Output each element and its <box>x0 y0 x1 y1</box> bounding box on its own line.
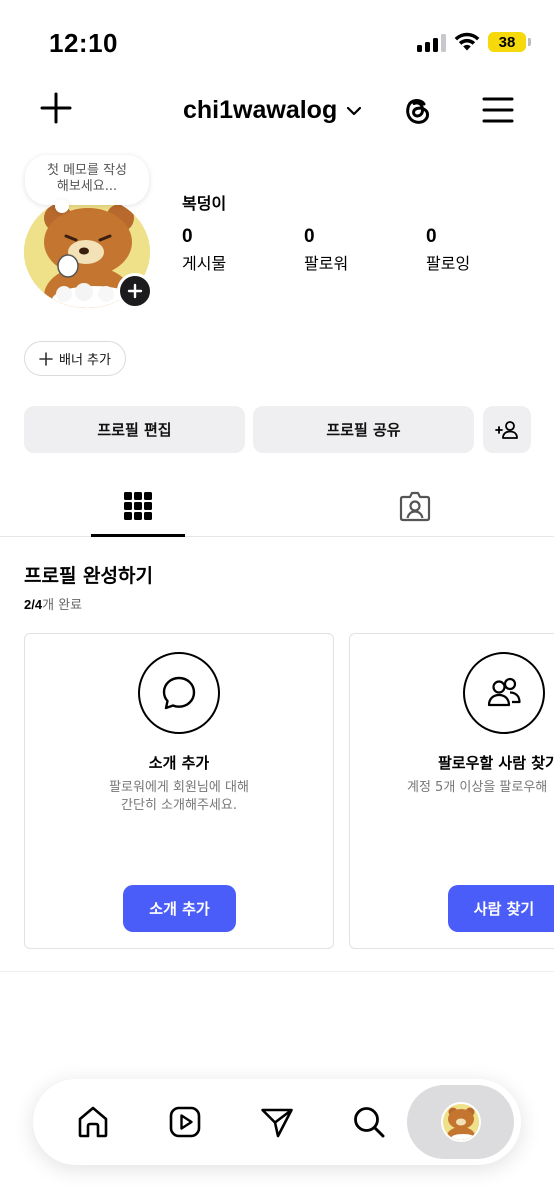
progress-count: 2/4 <box>24 597 43 612</box>
completion-card-bio: 소개 추가 팔로워에게 회원님에 대해 간단히 소개해주세요. 소개 추가 <box>24 633 334 949</box>
card-title: 팔로우할 사람 찾기 <box>438 754 554 772</box>
menu-icon[interactable] <box>482 96 514 124</box>
posts-label: 게시물 <box>182 254 227 273</box>
following-stat[interactable]: 0 팔로잉 <box>426 226 470 274</box>
people-glyph <box>487 677 521 707</box>
card-desc-line1: 계정 5개 이상을 팔로우해 <box>407 780 548 795</box>
battery-icon: 38 <box>488 32 531 52</box>
status-icons: 38 <box>417 32 531 52</box>
edit-profile-button[interactable]: 프로필 편집 <box>24 406 245 453</box>
wifi-icon <box>454 32 480 51</box>
profile-action-row: 프로필 편집 프로필 공유 <box>24 406 531 453</box>
status-bar: 12:10 38 <box>0 0 554 80</box>
status-time: 12:10 <box>49 28 118 58</box>
account-switcher[interactable]: chi1wawalog <box>183 96 363 125</box>
battery-level: 38 <box>498 33 516 51</box>
threads-icon[interactable] <box>399 92 435 128</box>
share-profile-label: 프로필 공유 <box>326 421 401 439</box>
complete-profile-title: 프로필 완성하기 <box>24 565 153 587</box>
followers-count: 0 <box>304 226 315 247</box>
posts-stat[interactable]: 0 게시물 <box>182 226 226 274</box>
top-nav: chi1wawalog <box>0 80 554 142</box>
find-people-label: 사람 찾기 <box>473 900 535 918</box>
nav-direct[interactable] <box>254 1099 300 1145</box>
nav-search[interactable] <box>346 1099 392 1145</box>
followers-label: 팔로워 <box>304 254 349 273</box>
bear-avatar-mini <box>442 1104 479 1140</box>
search-icon <box>354 1107 385 1138</box>
note-text-line1: 첫 메모를 작성 <box>46 163 128 178</box>
cellular-signal-icon <box>417 32 446 52</box>
progress-text: 개 완료 <box>42 598 83 613</box>
share-profile-button[interactable]: 프로필 공유 <box>253 406 474 453</box>
edit-profile-label: 프로필 편집 <box>97 421 172 439</box>
discover-people-button[interactable] <box>483 406 531 453</box>
card-title: 소개 추가 <box>148 754 210 772</box>
tagged-person-icon <box>399 491 431 522</box>
plus-icon <box>127 283 143 299</box>
section-divider <box>0 971 554 972</box>
add-story-button[interactable] <box>117 273 153 309</box>
card-description: 팔로워에게 회원님에 대해 간단히 소개해주세요. <box>25 779 333 815</box>
send-icon <box>261 1108 293 1138</box>
people-icon <box>463 652 545 734</box>
add-banner-button[interactable]: 배너 추가 <box>24 341 126 376</box>
followers-stat[interactable]: 0 팔로워 <box>304 226 348 274</box>
note-bubble[interactable]: 첫 메모를 작성 해보세요... <box>25 155 149 213</box>
add-person-icon <box>495 420 518 439</box>
tab-posts-grid[interactable] <box>91 476 185 537</box>
nav-profile-avatar <box>440 1102 481 1142</box>
nav-home[interactable] <box>70 1099 116 1145</box>
chevron-down-icon <box>347 106 362 115</box>
posts-count: 0 <box>182 226 193 247</box>
add-bio-button[interactable]: 소개 추가 <box>123 885 236 932</box>
card-desc-line1: 팔로워에게 회원님에 대해 <box>109 780 249 795</box>
home-icon <box>78 1106 108 1138</box>
profile-tabs <box>0 476 554 537</box>
complete-profile-progress: 2/4개 완료 <box>24 594 82 613</box>
profile-avatar-wrap[interactable] <box>24 196 153 309</box>
completion-card-follow: 팔로우할 사람 찾기 계정 5개 이상을 팔로우해 사람 찾기 <box>349 633 554 949</box>
username: chi1wawalog <box>183 96 338 124</box>
add-banner-label: 배너 추가 <box>59 353 111 368</box>
create-plus-icon[interactable] <box>36 88 76 128</box>
find-people-button[interactable]: 사람 찾기 <box>448 885 554 932</box>
bottom-nav <box>33 1079 521 1165</box>
note-text-line2: 해보세요... <box>56 179 118 194</box>
add-bio-label: 소개 추가 <box>149 900 210 918</box>
speech-bubble-glyph <box>162 676 196 710</box>
following-label: 팔로잉 <box>426 254 471 273</box>
card-desc-line2: 간단히 소개해주세요. <box>121 798 237 813</box>
grid-icon <box>124 492 152 520</box>
display-name: 복덩이 <box>182 194 227 213</box>
tab-tagged[interactable] <box>368 476 462 536</box>
following-count: 0 <box>426 226 437 247</box>
nav-reels[interactable] <box>162 1099 208 1145</box>
reels-icon <box>169 1106 201 1138</box>
nav-profile[interactable] <box>407 1085 514 1159</box>
speech-bubble-icon <box>138 652 220 734</box>
card-description: 계정 5개 이상을 팔로우해 <box>407 779 547 797</box>
plus-icon <box>39 351 53 366</box>
